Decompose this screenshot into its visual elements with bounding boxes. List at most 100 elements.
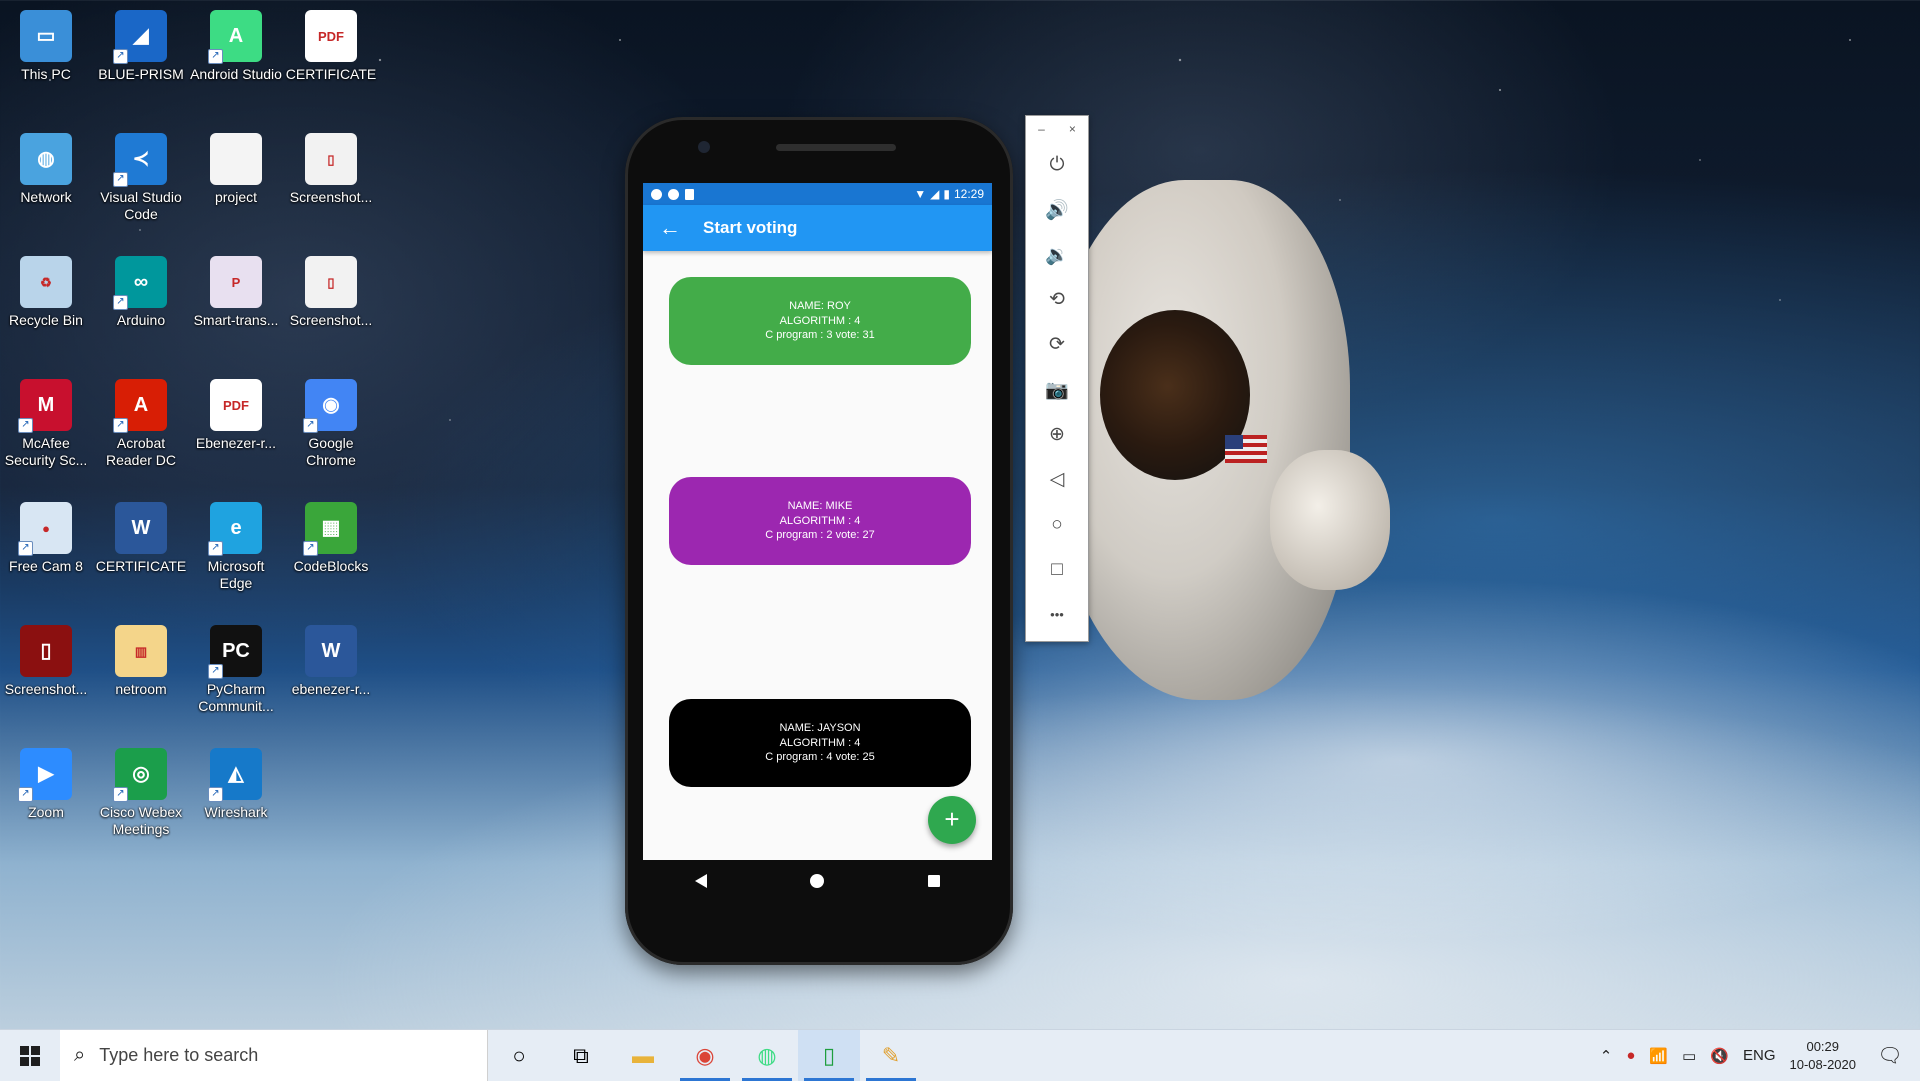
android-nav-bar — [643, 860, 992, 902]
icon-glyph: PDF — [223, 397, 249, 413]
app-icon: ▭ — [20, 10, 72, 62]
app-icon: ▶ ↗ — [18, 748, 72, 802]
icon-glyph: ◍ — [37, 147, 55, 170]
back-icon[interactable]: ◁ — [1026, 457, 1088, 502]
app-icon: W — [305, 625, 357, 677]
desktop-icon-project[interactable]: project — [190, 133, 282, 206]
app-icon: PC ↗ — [208, 625, 262, 679]
battery-icon[interactable]: ▭ — [1682, 1047, 1696, 1065]
rotate-left-icon[interactable]: ⟲ — [1026, 277, 1088, 322]
candidate-c-program-votes: C program : 2 vote: 27 — [765, 529, 875, 542]
desktop-icon-screenshot[interactable]: ▯ Screenshot... — [0, 625, 92, 698]
home-icon[interactable]: ○ — [1026, 502, 1088, 547]
search-icon: ⌕ — [74, 1044, 86, 1066]
battery-icon: ▮ — [943, 187, 950, 201]
astronaut-suit — [1050, 180, 1350, 700]
notification-icon[interactable]: 🗨 — [1870, 1030, 1910, 1081]
add-fab-button[interactable]: + — [928, 796, 976, 844]
desktop-icon-cisco-webex-meetings[interactable]: ◎ ↗ Cisco Webex Meetings — [95, 748, 187, 838]
nav-home-icon[interactable] — [810, 874, 825, 888]
shortcut-arrow-icon: ↗ — [113, 49, 128, 64]
zoom-icon[interactable]: ⊕ — [1026, 412, 1088, 457]
volume-down-icon[interactable]: 🔉 — [1026, 232, 1088, 277]
taskbar-search-box[interactable]: ⌕ Type here to search — [60, 1030, 488, 1081]
taskbar-clock[interactable]: 00:29 10-08-2020 — [1790, 1038, 1857, 1074]
desktop-icon-arduino[interactable]: ∞ ↗ Arduino — [95, 256, 187, 329]
candidate-card-jayson[interactable]: NAME: JAYSON ALGORITHM : 4 C program : 4… — [669, 699, 971, 787]
volume-muted-icon[interactable]: 🔇 — [1710, 1047, 1729, 1065]
desktop-icon-certificate[interactable]: PDF CERTIFICATE — [285, 10, 377, 83]
desktop-icon-label: CERTIFICATE — [285, 66, 377, 82]
desktop-icon-label: ebenezer-r... — [291, 681, 371, 697]
desktop-icon-visual-studio-code[interactable]: ≺ ↗ Visual Studio Code — [95, 133, 187, 223]
network-icon[interactable]: 📶 — [1649, 1047, 1668, 1065]
camera-icon[interactable]: 📷 — [1026, 367, 1088, 412]
nav-back-icon[interactable] — [694, 874, 707, 888]
candidate-c-program-votes: C program : 4 vote: 25 — [765, 751, 875, 764]
desktop-icon-label: Google Chrome — [306, 435, 356, 468]
shortcut-arrow-icon: ↗ — [303, 418, 318, 433]
android-studio-taskbar-icon[interactable]: ◍ — [736, 1030, 798, 1081]
power-icon[interactable]: ⏻ — [1026, 142, 1088, 187]
minimize-icon[interactable]: – — [1038, 122, 1045, 136]
overview-icon[interactable]: □ — [1026, 547, 1088, 592]
app-icon: ● ↗ — [18, 502, 72, 556]
desktop-icon-this-pc[interactable]: ▭ This PC — [0, 10, 92, 83]
volume-up-icon[interactable]: 🔊 — [1026, 187, 1088, 232]
desktop-icon-microsoft-edge[interactable]: e ↗ Microsoft Edge — [190, 502, 282, 592]
desktop-icon-blue-prism[interactable]: ◢ ↗ BLUE-PRISM — [95, 10, 187, 83]
desktop-icon-label: CodeBlocks — [293, 558, 369, 574]
desktop-icon-screenshot[interactable]: ▯ Screenshot... — [285, 133, 377, 206]
chrome-taskbar-icon[interactable]: ◉ — [674, 1030, 736, 1081]
android-status-bar: ▼ ◢ ▮ 12:29 — [643, 183, 992, 205]
icon-glyph: ▯ — [327, 151, 335, 167]
arrow-back-icon[interactable]: ← — [659, 215, 683, 241]
icon-glyph: ♻ — [40, 274, 52, 290]
desktop-icon-zoom[interactable]: ▶ ↗ Zoom — [0, 748, 92, 821]
desktop-icon-codeblocks[interactable]: ▦ ↗ CodeBlocks — [285, 502, 377, 575]
paint-taskbar-icon[interactable]: ✎ — [860, 1030, 922, 1081]
task-view-icon[interactable]: ⧉ — [550, 1030, 612, 1081]
desktop-icon-label: BLUE-PRISM — [98, 66, 184, 82]
icon-glyph: W — [131, 516, 151, 539]
desktop-icon-pycharm-communit[interactable]: PC ↗ PyCharm Communit... — [190, 625, 282, 715]
rotate-right-icon[interactable]: ⟳ — [1026, 322, 1088, 367]
desktop-icon-google-chrome[interactable]: ◉ ↗ Google Chrome — [285, 379, 377, 469]
candidate-algorithm: ALGORITHM : 4 — [779, 514, 861, 527]
close-icon[interactable]: × — [1069, 122, 1076, 136]
emulator-window-controls: – × — [1026, 116, 1088, 142]
shortcut-arrow-icon: ↗ — [303, 541, 318, 556]
desktop-icon-free-cam-8[interactable]: ● ↗ Free Cam 8 — [0, 502, 92, 575]
desktop-icon-recycle-bin[interactable]: ♻ Recycle Bin — [0, 256, 92, 329]
windows-logo-icon — [20, 1045, 40, 1066]
file-explorer-icon[interactable]: ▬ — [612, 1030, 674, 1081]
system-tray: ⌃ ● 📶 ▭ 🔇 ENG 00:29 10-08-2020 🗨 — [1600, 1030, 1920, 1081]
language-indicator[interactable]: ENG — [1743, 1047, 1776, 1064]
desktop-icon-mcafee-security-sc[interactable]: M ↗ McAfee Security Sc... — [0, 379, 92, 469]
emulator-taskbar-icon[interactable]: ▯ — [798, 1030, 860, 1081]
desktop-icon-netroom[interactable]: ▥ netroom — [95, 625, 187, 698]
nav-recents-icon[interactable] — [928, 875, 941, 887]
desktop-icon-smart-trans[interactable]: P Smart-trans... — [190, 256, 282, 329]
desktop-icon-acrobat-reader-dc[interactable]: A ↗ Acrobat Reader DC — [95, 379, 187, 469]
desktop-icon-android-studio[interactable]: A ↗ Android Studio — [190, 10, 282, 83]
candidate-card-mike[interactable]: NAME: MIKE ALGORITHM : 4 C program : 2 v… — [669, 477, 971, 565]
desktop-icon-label: Network — [20, 189, 72, 205]
desktop-icon-certificate[interactable]: W CERTIFICATE — [95, 502, 187, 575]
candidate-card-roy[interactable]: NAME: ROY ALGORITHM : 4 C program : 3 vo… — [669, 277, 971, 365]
app-icon: ♻ — [20, 256, 72, 308]
chevron-up-icon[interactable]: ⌃ — [1600, 1047, 1613, 1065]
desktop-icon-ebenezer-r[interactable]: PDF Ebenezer-r... — [190, 379, 282, 452]
desktop-icon-screenshot[interactable]: ▯ Screenshot... — [285, 256, 377, 329]
candidate-name: NAME: MIKE — [787, 500, 853, 513]
desktop-icon-wireshark[interactable]: ◭ ↗ Wireshark — [190, 748, 282, 821]
start-button[interactable] — [0, 1030, 60, 1081]
more-icon[interactable]: ••• — [1026, 592, 1088, 637]
desktop-icon-network[interactable]: ◍ Network — [0, 133, 92, 206]
cortana-icon[interactable]: ○ — [488, 1030, 550, 1081]
security-icon[interactable]: ● — [1626, 1047, 1635, 1064]
shortcut-arrow-icon: ↗ — [18, 541, 33, 556]
app-icon: ◢ ↗ — [113, 10, 167, 64]
phone-screen: ▼ ◢ ▮ 12:29 ← Start voting NAME: ROY ALG… — [643, 183, 992, 860]
desktop-icon-ebenezer-r[interactable]: Webenezer-r... — [285, 625, 377, 698]
